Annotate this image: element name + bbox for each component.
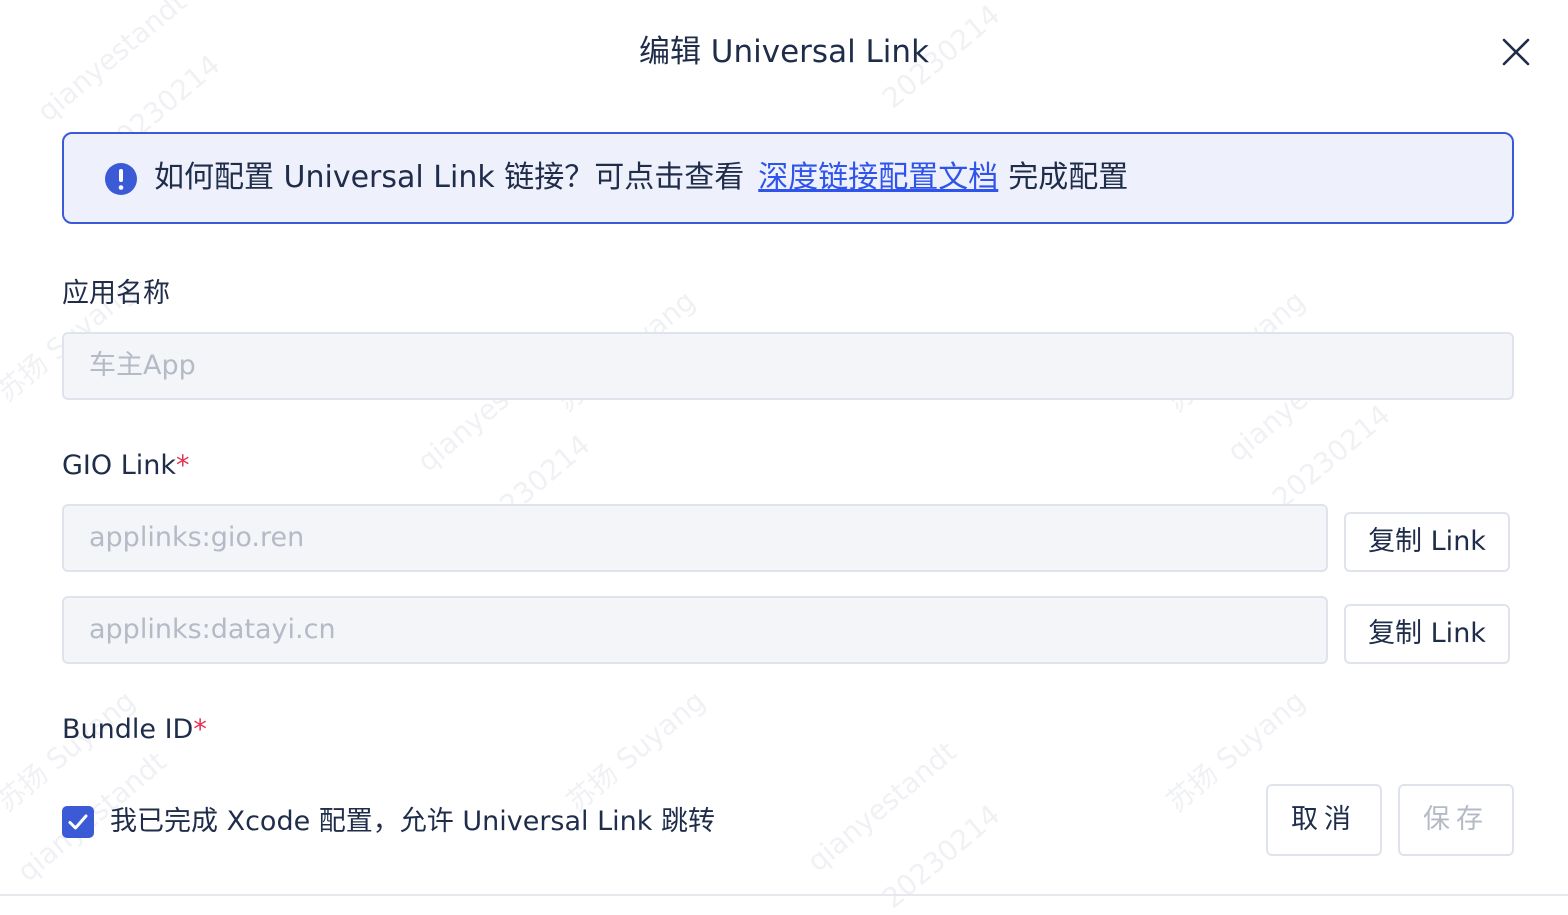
divider	[0, 894, 1568, 896]
info-alert: 如何配置 Universal Link 链接？可点击查看 深度链接配置文档 完成配置	[62, 132, 1514, 224]
exclamation-circle-icon	[104, 162, 138, 196]
watermark: 苏扬 Suyang	[0, 683, 142, 819]
checkmark-icon	[68, 814, 88, 830]
save-button[interactable]: 保存	[1398, 784, 1514, 856]
gio-link-input[interactable]: applinks:datayi.cn	[62, 596, 1328, 664]
watermark: 20230214	[1266, 398, 1397, 515]
app-name-input[interactable]: 车主App	[62, 332, 1514, 400]
gio-link-label: GIO Link*	[62, 448, 190, 484]
bundle-id-label-text: Bundle ID	[62, 714, 194, 745]
gio-link-label-text: GIO Link	[62, 450, 177, 481]
required-mark: *	[176, 450, 190, 481]
cancel-button[interactable]: 取消	[1266, 784, 1382, 856]
watermark: 20230214	[876, 798, 1007, 915]
close-icon[interactable]	[1498, 34, 1534, 70]
alert-text-before: 如何配置 Universal Link 链接？可点击查看	[154, 160, 745, 195]
watermark: qianyestandt	[800, 734, 963, 879]
copy-link-button[interactable]: 复制 Link	[1344, 604, 1510, 664]
copy-link-button[interactable]: 复制 Link	[1344, 512, 1510, 572]
docs-link[interactable]: 深度链接配置文档	[758, 160, 998, 195]
edit-universal-link-dialog: qianyestandt 20230214 苏扬 Suyang qianyest…	[0, 0, 1568, 915]
xcode-confirm-checkbox[interactable]	[62, 806, 94, 838]
required-mark: *	[193, 714, 207, 745]
alert-text-after: 完成配置	[1008, 160, 1129, 195]
watermark: 苏扬 Suyang	[560, 683, 712, 819]
bundle-id-label: Bundle ID*	[62, 712, 207, 748]
app-name-label: 应用名称	[62, 278, 170, 309]
alert-message: 如何配置 Universal Link 链接？可点击查看 深度链接配置文档 完成配置	[154, 158, 1128, 198]
gio-link-input[interactable]: applinks:gio.ren	[62, 504, 1328, 572]
xcode-confirm-label[interactable]: 我已完成 Xcode 配置，允许 Universal Link 跳转	[110, 802, 715, 842]
dialog-title: 编辑 Universal Link	[638, 34, 930, 70]
